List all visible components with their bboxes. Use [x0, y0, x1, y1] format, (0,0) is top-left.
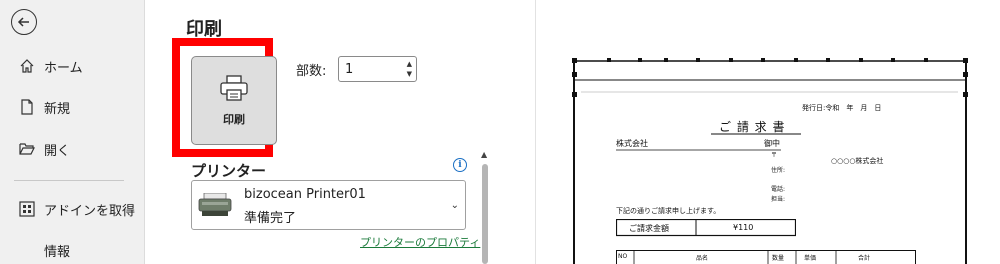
- print-button[interactable]: 印刷: [191, 56, 277, 145]
- printer-properties-link[interactable]: プリンターのプロパティ: [360, 234, 480, 250]
- sidebar-item-label: 開く: [44, 143, 71, 159]
- issue-date: 発行日:令和 年 月 日: [802, 104, 882, 112]
- person-label: 担当:: [771, 196, 786, 203]
- back-arrow-icon[interactable]: [11, 9, 37, 35]
- sidebar-divider: [14, 180, 124, 181]
- chevron-down-icon: ⌄: [450, 200, 459, 211]
- sidebar-item-open[interactable]: 開く: [0, 131, 144, 167]
- table-header-no: NO: [618, 253, 628, 260]
- sidebar-item-new[interactable]: 新規: [0, 89, 144, 125]
- sidebar-item-label: アドインを取得: [44, 203, 136, 219]
- chevron-down-icon[interactable]: ▼: [407, 69, 412, 79]
- print-preview: 発行日:令和 年 月 日 ご 請 求 書 株式会社 御中 〒 ○○○○株式会社 …: [535, 0, 1000, 264]
- printer-dropdown[interactable]: bizocean Printer01 準備完了 ⌄: [191, 180, 466, 230]
- sender-name: ○○○○株式会社: [831, 157, 884, 165]
- table-header-total: 合計: [858, 255, 871, 262]
- copies-value: 1: [345, 61, 354, 77]
- address-label: 住所:: [771, 167, 786, 174]
- amount-value: ¥110: [733, 223, 754, 232]
- backstage-sidebar: ホーム 新規 開く アドインを取得 情報: [0, 0, 145, 264]
- postal-mark: 〒: [771, 152, 778, 159]
- open-folder-icon: [18, 140, 36, 158]
- invoice-notice: 下記の通りご請求申し上げます。: [616, 207, 721, 215]
- scroll-up-icon[interactable]: ▲: [481, 150, 487, 159]
- table-header-qty: 数量: [772, 255, 785, 262]
- home-icon: [18, 57, 36, 75]
- amount-label: ご請求金額: [629, 224, 669, 233]
- table-header-item: 品名: [696, 255, 709, 262]
- settings-scrollbar[interactable]: ▲: [480, 150, 490, 264]
- sidebar-item-label: ホーム: [44, 60, 83, 76]
- chevron-up-icon[interactable]: ▲: [407, 59, 412, 69]
- info-icon[interactable]: i: [453, 158, 467, 172]
- sidebar-item-get-addins[interactable]: アドインを取得: [0, 191, 144, 227]
- company-label: 株式会社: [616, 139, 648, 148]
- table-header-unit-price: 単価: [804, 255, 817, 262]
- scroll-thumb[interactable]: [482, 164, 488, 264]
- copies-label: 部数:: [296, 64, 327, 79]
- print-panel: 印刷 印刷 部数: 1 ▲ ▼ プリンター i bizocean Printer…: [145, 0, 535, 264]
- honorific: 御中: [764, 139, 780, 148]
- print-button-label: 印刷: [223, 112, 245, 126]
- sidebar-item-label: 新規: [44, 101, 71, 117]
- printer-icon: [219, 74, 249, 105]
- phone-label: 電話:: [771, 186, 786, 193]
- printer-heading: プリンター: [191, 162, 267, 180]
- printer-name: bizocean Printer01: [244, 187, 366, 202]
- printer-device-icon: [198, 192, 232, 217]
- addins-icon: [18, 200, 36, 218]
- sidebar-item-info[interactable]: 情報: [0, 232, 144, 264]
- printer-status: 準備完了: [244, 211, 297, 226]
- copies-stepper[interactable]: 1 ▲ ▼: [338, 56, 417, 82]
- sidebar-item-label: 情報: [44, 244, 71, 260]
- new-document-icon: [18, 98, 36, 116]
- sidebar-item-home[interactable]: ホーム: [0, 48, 144, 84]
